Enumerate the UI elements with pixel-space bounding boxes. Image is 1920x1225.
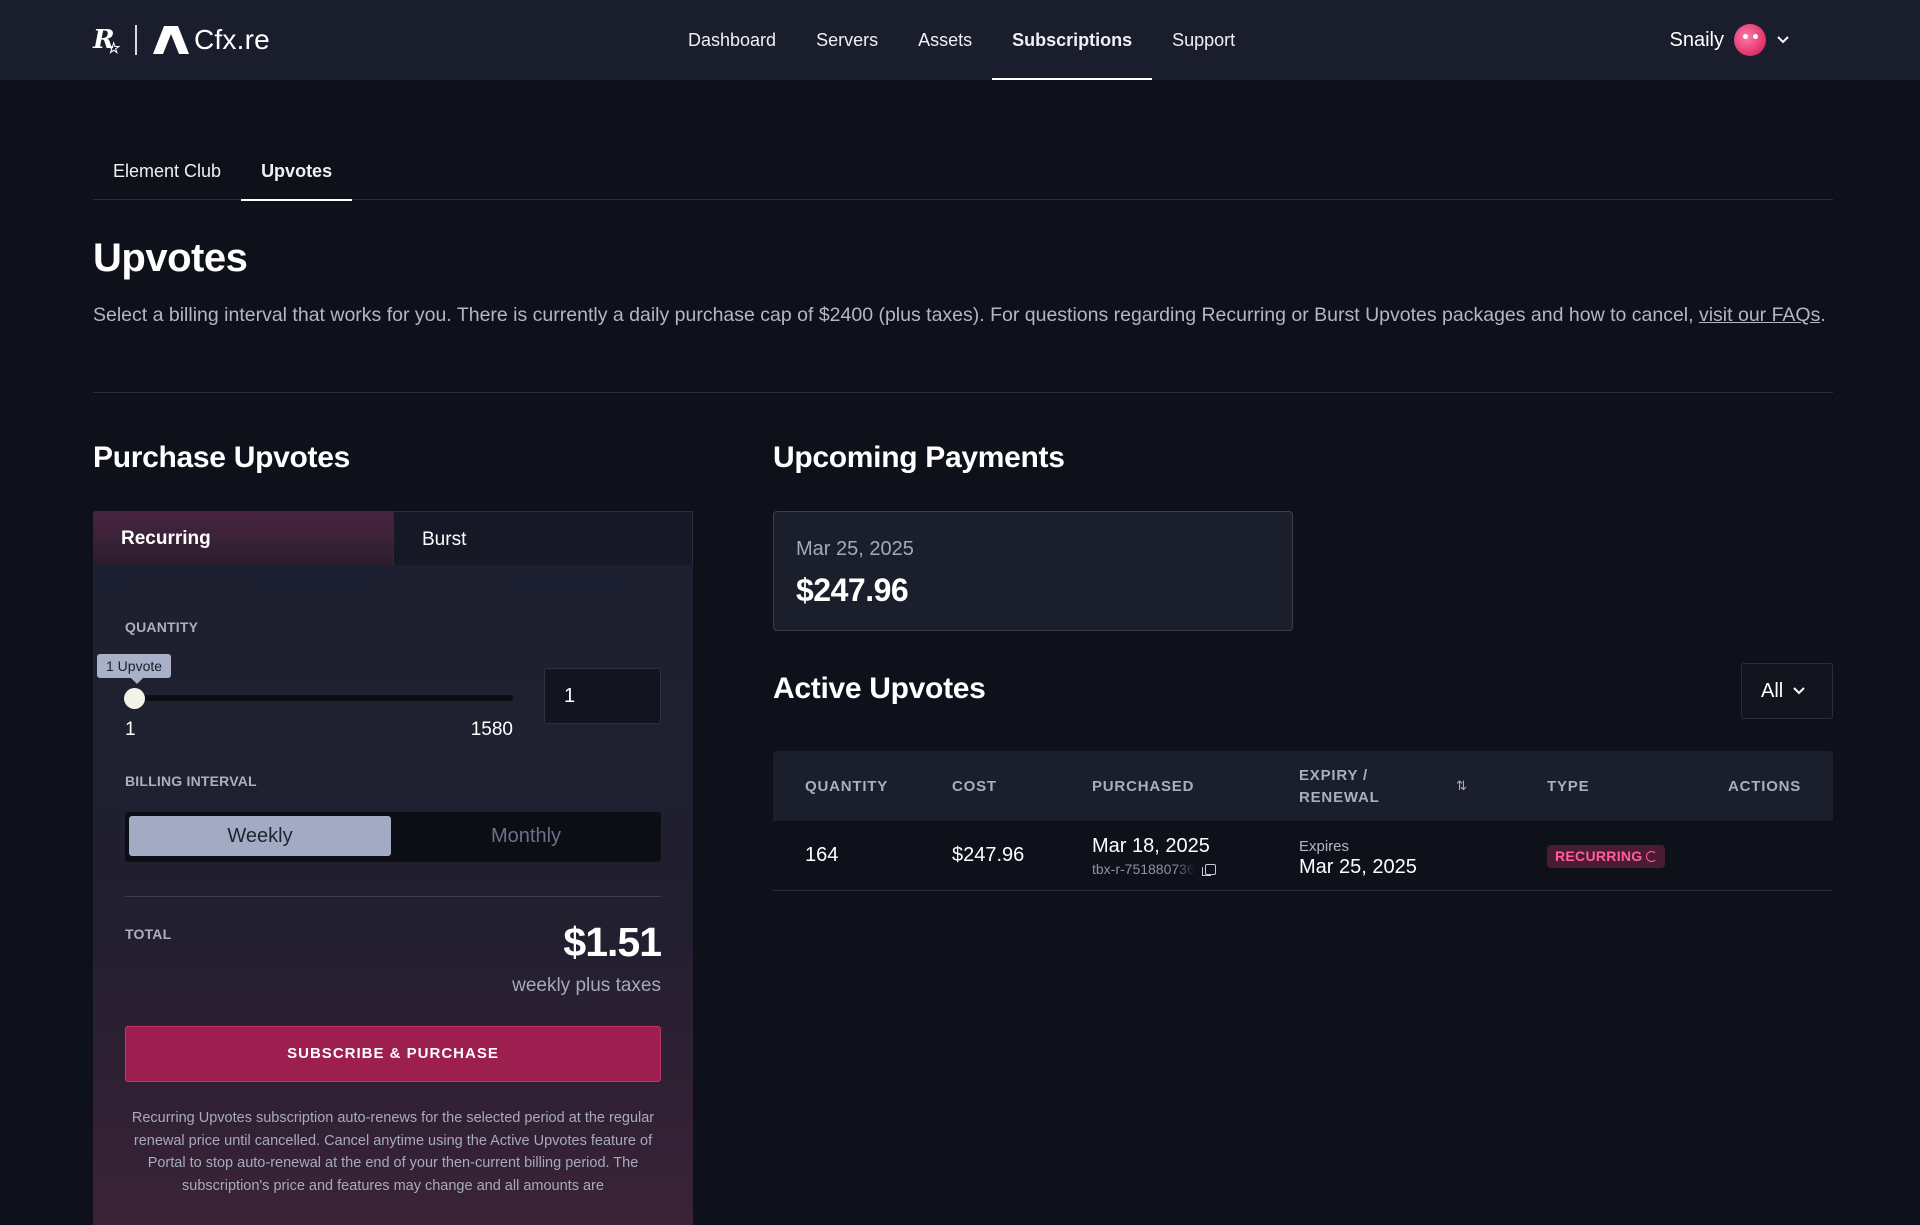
- interval-weekly[interactable]: Weekly: [129, 816, 391, 856]
- col-quantity: QUANTITY: [805, 778, 889, 795]
- total-price: $1.51: [563, 919, 662, 965]
- type-badge: RECURRING: [1547, 845, 1666, 868]
- col-actions: ACTIONS: [1728, 778, 1802, 795]
- brand-name: Cfx.re: [194, 24, 270, 55]
- subscribe-purchase-button[interactable]: SUBSCRIBE & PURCHASE: [125, 1026, 661, 1082]
- slider-max: 1580: [470, 719, 513, 740]
- col-expiry-line1: EXPIRY /: [1299, 767, 1368, 784]
- renew-icon: [1646, 851, 1658, 862]
- slider-tooltip: 1 Upvote: [97, 654, 172, 684]
- rockstar-logo[interactable]: R ☆: [93, 25, 121, 57]
- nav-assets[interactable]: Assets: [898, 0, 992, 80]
- main-nav: Dashboard Servers Assets Subscriptions S…: [668, 0, 1255, 80]
- chevron-down-icon: [1777, 36, 1789, 44]
- nav-servers[interactable]: Servers: [796, 0, 898, 80]
- col-expiry[interactable]: EXPIRY / RENEWAL: [1299, 765, 1380, 809]
- sort-icon[interactable]: ⇅: [1456, 778, 1467, 794]
- quantity-input[interactable]: [544, 668, 661, 724]
- interval-monthly[interactable]: Monthly: [395, 816, 657, 856]
- divider: [125, 896, 661, 897]
- col-type: TYPE: [1547, 778, 1590, 795]
- quantity-slider-track[interactable]: [133, 695, 513, 701]
- page-description: Select a billing interval that works for…: [93, 300, 1833, 330]
- quantity-slider-thumb[interactable]: [124, 688, 145, 709]
- row-quantity: 164: [805, 844, 839, 866]
- tab-burst[interactable]: Burst: [393, 511, 693, 565]
- divider: [93, 392, 1833, 393]
- tab-element-club[interactable]: Element Club: [93, 150, 241, 200]
- page-title: Upvotes: [93, 236, 248, 280]
- row-cost: $247.96: [952, 844, 1025, 866]
- col-cost: COST: [952, 778, 997, 795]
- tab-recurring[interactable]: Recurring: [93, 511, 393, 565]
- user-name: Snaily: [1669, 28, 1724, 51]
- brand[interactable]: R ☆ Cfx.re: [93, 22, 270, 58]
- row-purchased-date: Mar 18, 2025: [1092, 835, 1210, 857]
- user-menu[interactable]: Snaily: [1670, 22, 1790, 58]
- top-navbar: R ☆ Cfx.re Dashboard Servers Assets Subsc…: [0, 0, 1920, 80]
- brand-divider: [135, 25, 137, 55]
- upcoming-date: Mar 25, 2025: [796, 538, 914, 560]
- avatar: [1734, 24, 1766, 56]
- legal-text: Recurring Upvotes subscription auto-rene…: [131, 1110, 655, 1194]
- total-subtext: weekly plus taxes: [512, 975, 661, 996]
- col-expiry-line2: RENEWAL: [1299, 789, 1380, 806]
- cfx-logo-icon: [153, 26, 189, 54]
- faq-link[interactable]: visit our FAQs: [1699, 304, 1820, 326]
- table-header: QUANTITY COST PURCHASED EXPIRY / RENEWAL…: [773, 751, 1833, 821]
- copy-icon[interactable]: [1201, 863, 1216, 876]
- subscription-tabs: Element Club Upvotes: [93, 150, 1833, 201]
- billing-interval-toggle: Weekly Monthly: [125, 812, 661, 862]
- purchase-panel: QUANTITY 1 Upvote 1 1580 BILLING INTERVA…: [93, 565, 693, 1225]
- filter-dropdown[interactable]: All: [1741, 663, 1833, 719]
- description-text: Select a billing interval that works for…: [93, 304, 1699, 326]
- total-label: TOTAL: [125, 926, 172, 942]
- purchase-title: Purchase Upvotes: [93, 441, 350, 474]
- billing-interval-label: BILLING INTERVAL: [125, 773, 257, 789]
- slider-min: 1: [125, 719, 136, 740]
- transaction-id: tbx-r-751880736: [1092, 861, 1195, 877]
- nav-support[interactable]: Support: [1152, 0, 1255, 80]
- quantity-label: QUANTITY: [125, 619, 199, 635]
- nav-subscriptions[interactable]: Subscriptions: [992, 0, 1153, 80]
- upcoming-title: Upcoming Payments: [773, 441, 1065, 474]
- row-expiry-label: Expires: [1299, 838, 1350, 855]
- chevron-down-icon: [1793, 687, 1805, 695]
- star-icon: ☆: [107, 39, 121, 57]
- table-row: 164 $247.96 Mar 18, 2025 tbx-r-751880736…: [773, 821, 1833, 891]
- active-upvotes-title: Active Upvotes: [773, 672, 986, 705]
- upcoming-payment-card: Mar 25, 2025 $247.96: [773, 511, 1293, 631]
- upcoming-amount: $247.96: [796, 572, 909, 608]
- nav-dashboard[interactable]: Dashboard: [668, 0, 796, 80]
- description-suffix: .: [1820, 304, 1826, 326]
- row-transaction: tbx-r-751880736: [1092, 861, 1216, 877]
- row-expiry-date: Mar 25, 2025: [1299, 856, 1417, 878]
- tab-upvotes[interactable]: Upvotes: [241, 150, 353, 201]
- col-purchased: PURCHASED: [1092, 778, 1195, 795]
- type-badge-label: RECURRING: [1555, 848, 1643, 864]
- filter-value: All: [1761, 679, 1784, 702]
- purchase-type-tabs: Recurring Burst: [93, 511, 693, 565]
